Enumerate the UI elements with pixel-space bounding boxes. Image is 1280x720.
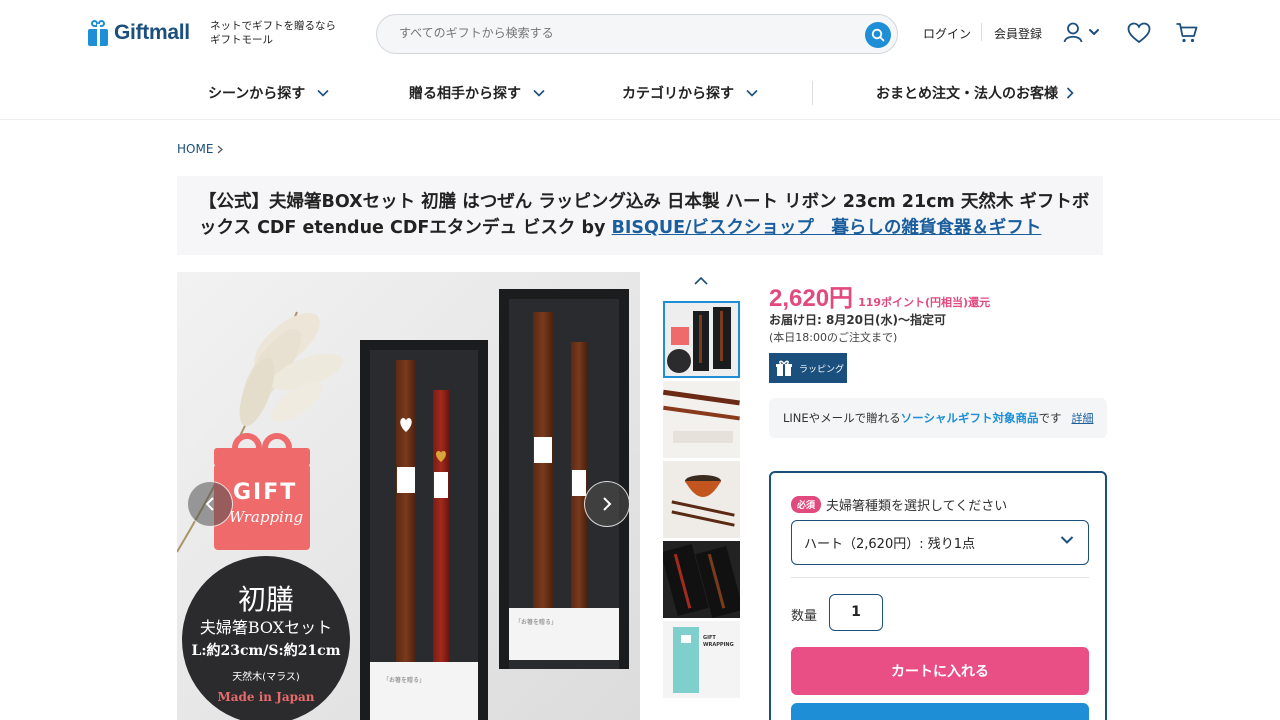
nav-recipient-label: 贈る相手から探す bbox=[409, 86, 521, 102]
giftmall-logo[interactable]: Giftmall bbox=[88, 20, 190, 46]
search-bar bbox=[376, 14, 898, 54]
gift-logo-icon bbox=[88, 20, 108, 46]
price: 2,620円 bbox=[769, 285, 854, 312]
nav-category-label: カテゴリから探す bbox=[622, 86, 734, 102]
sleeve-text-right: 「お箸を贈る」 bbox=[515, 619, 558, 626]
cart-icon bbox=[1176, 23, 1198, 43]
required-badge: 必須 bbox=[791, 496, 822, 513]
delivery-date: お届け日: 8月20日(水)〜指定可 bbox=[769, 313, 946, 327]
breadcrumb-home[interactable]: HOME bbox=[177, 142, 213, 156]
order-cutoff: (本日18:00のご注文まで) bbox=[769, 331, 898, 344]
chevron-up-icon bbox=[694, 276, 708, 285]
search-button[interactable] bbox=[865, 22, 891, 48]
account-menu[interactable] bbox=[1063, 22, 1103, 48]
chevron-down-icon bbox=[1089, 29, 1099, 35]
header-divider bbox=[981, 23, 982, 41]
gift-icon bbox=[776, 360, 792, 376]
chevron-right-icon bbox=[603, 497, 612, 511]
search-input[interactable] bbox=[399, 26, 839, 40]
points-reward: 119ポイント(円相当)還元 bbox=[858, 296, 991, 309]
social-suffix: です bbox=[1038, 411, 1062, 425]
thumbnails-up-button[interactable] bbox=[693, 271, 709, 290]
variant-select-value: ハート（2,620円）: 残り1点 bbox=[804, 537, 975, 552]
social-highlight: ソーシャルギフト対象商品 bbox=[900, 411, 1039, 425]
thumbnail-gift-label: GIFT WRAPPING bbox=[703, 635, 734, 648]
wrapping-badge: ラッピング bbox=[769, 353, 847, 383]
gift-label: GIFT bbox=[233, 480, 298, 505]
order-box: 必須 夫婦箸種類を選択してください ハート（2,620円）: 残り1点 数量 1… bbox=[769, 471, 1107, 720]
badge-title: 初膳 bbox=[237, 583, 294, 616]
quantity-input[interactable]: 1 bbox=[829, 594, 883, 631]
nav-scene-label: シーンから探す bbox=[208, 86, 306, 102]
order-divider bbox=[791, 577, 1089, 578]
shop-link[interactable]: BISQUE/ビスクショップ 暮らしの雑貨食器＆ギフト bbox=[612, 218, 1042, 238]
favorites-button[interactable] bbox=[1127, 22, 1151, 48]
logo-text: Giftmall bbox=[114, 21, 190, 44]
quantity-label: 数量 bbox=[791, 609, 818, 624]
chevron-right-icon bbox=[218, 145, 224, 153]
product-title: 【公式】夫婦箸BOXセット 初膳 はつぜん ラッピング込み 日本製 ハート リボ… bbox=[199, 189, 1099, 241]
tagline: ネットでギフトを贈るなら ギフトモール bbox=[210, 19, 340, 47]
badge-subtitle: 夫婦箸BOXセット bbox=[199, 618, 333, 637]
image-prev-button[interactable] bbox=[187, 481, 233, 527]
nav-recipient[interactable]: 贈る相手から探す bbox=[409, 83, 545, 103]
thumbnail-image bbox=[663, 541, 740, 618]
chevron-down-icon bbox=[746, 89, 758, 97]
tagline-line-1: ネットでギフトを贈るなら bbox=[210, 20, 336, 32]
main-nav: シーンから探す 贈る相手から探す カテゴリから探す おまとめ注文・法人のお客様 bbox=[0, 66, 1280, 120]
tagline-line-2: ギフトモール bbox=[210, 34, 273, 46]
chevron-down-icon bbox=[317, 89, 329, 97]
thumbnail-5[interactable]: GIFT WRAPPING bbox=[663, 621, 740, 698]
product-title-box: 【公式】夫婦箸BOXセット 初膳 はつぜん ラッピング込み 日本製 ハート リボ… bbox=[177, 176, 1103, 255]
thumbnail-image bbox=[663, 381, 740, 458]
chevron-down-icon bbox=[533, 89, 545, 97]
thumbnail-3[interactable] bbox=[663, 461, 740, 538]
badge-material: 天然木(マラス) bbox=[232, 672, 300, 683]
wrapping-label: Wrapping bbox=[229, 508, 304, 526]
heart-icon bbox=[1127, 22, 1151, 44]
main-product-image[interactable]: GIFT Wrapping 初膳 夫婦箸BOXセット L:約23cm/S:約21… bbox=[177, 272, 640, 720]
variant-select[interactable]: ハート（2,620円）: 残り1点 bbox=[791, 520, 1089, 565]
add-to-cart-button[interactable]: カートに入れる bbox=[791, 647, 1089, 695]
nav-category[interactable]: カテゴリから探す bbox=[622, 83, 758, 103]
price-row: 2,620円 119ポイント(円相当)還元 bbox=[769, 278, 990, 313]
secondary-action-button[interactable] bbox=[791, 703, 1089, 720]
chevron-right-icon bbox=[1066, 87, 1074, 99]
site-header: Giftmall ネットでギフトを贈るなら ギフトモール ログイン 会員登録 bbox=[0, 0, 1280, 66]
search-icon bbox=[871, 28, 885, 42]
thumbnail-2[interactable] bbox=[663, 381, 740, 458]
social-gift-info: LINEやメールで贈れる ソーシャルギフト対象商品 です 詳細 bbox=[769, 398, 1107, 438]
chevron-down-icon bbox=[1060, 536, 1074, 544]
variant-label-text: 夫婦箸種類を選択してください bbox=[826, 499, 1008, 514]
thumbnail-image bbox=[663, 461, 740, 538]
sleeve-text-left: 「お箸を贈る」 bbox=[383, 677, 426, 684]
wrapping-badge-label: ラッピング bbox=[799, 364, 845, 375]
badge-origin: Made in Japan bbox=[217, 690, 315, 704]
social-prefix: LINEやメールで贈れる bbox=[783, 411, 901, 425]
thumbnail-image bbox=[665, 303, 738, 376]
cart-button[interactable] bbox=[1175, 22, 1199, 48]
thumbnail-image bbox=[663, 621, 740, 698]
nav-bulk-corporate[interactable]: おまとめ注文・法人のお客様 bbox=[876, 83, 1074, 103]
thumbnail-1[interactable] bbox=[663, 301, 740, 378]
chevron-left-icon bbox=[205, 497, 214, 511]
breadcrumb: HOME bbox=[177, 142, 224, 156]
thumbnail-4[interactable] bbox=[663, 541, 740, 618]
nav-divider bbox=[812, 81, 813, 105]
register-link[interactable]: 会員登録 bbox=[994, 25, 1042, 42]
image-next-button[interactable] bbox=[584, 481, 630, 527]
badge-size: L:約23cm/S:約21cm bbox=[191, 643, 341, 659]
nav-bulk-label: おまとめ注文・法人のお客様 bbox=[876, 86, 1058, 102]
login-link[interactable]: ログイン bbox=[923, 25, 971, 42]
nav-scene[interactable]: シーンから探す bbox=[208, 83, 329, 103]
social-detail-link[interactable]: 詳細 bbox=[1071, 410, 1093, 426]
user-icon bbox=[1063, 22, 1099, 43]
variant-select-label: 必須 夫婦箸種類を選択してください bbox=[791, 495, 1007, 514]
